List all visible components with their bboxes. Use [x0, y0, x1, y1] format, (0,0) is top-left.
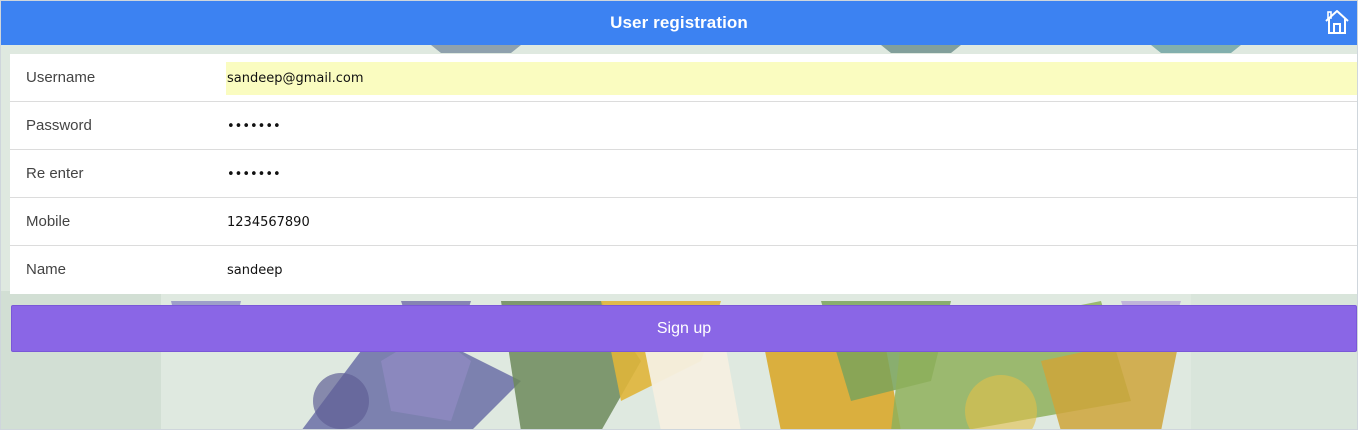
- reenter-password-input[interactable]: [226, 158, 1357, 191]
- mobile-row: Mobile: [10, 198, 1357, 246]
- username-row: Username: [10, 54, 1357, 102]
- reenter-password-label: Re enter: [26, 165, 84, 182]
- password-row: Password: [10, 102, 1357, 150]
- registration-page: User registration Username Password Re e…: [0, 0, 1358, 430]
- page-title: User registration: [610, 13, 748, 32]
- password-input[interactable]: [226, 110, 1357, 143]
- name-row: Name: [10, 246, 1357, 294]
- sign-up-button[interactable]: Sign up: [11, 305, 1357, 352]
- app-header: User registration: [1, 1, 1357, 45]
- registration-form: Username Password Re enter Mobile Name: [10, 54, 1357, 294]
- name-input[interactable]: [226, 254, 1357, 287]
- password-label: Password: [26, 117, 92, 134]
- home-icon: [1325, 10, 1349, 34]
- username-input[interactable]: [226, 62, 1357, 95]
- mobile-input[interactable]: [226, 206, 1357, 239]
- username-label: Username: [26, 69, 96, 86]
- reenter-password-row: Re enter: [10, 150, 1357, 198]
- mobile-label: Mobile: [26, 213, 71, 230]
- home-button[interactable]: [1323, 8, 1351, 36]
- name-label: Name: [26, 261, 67, 278]
